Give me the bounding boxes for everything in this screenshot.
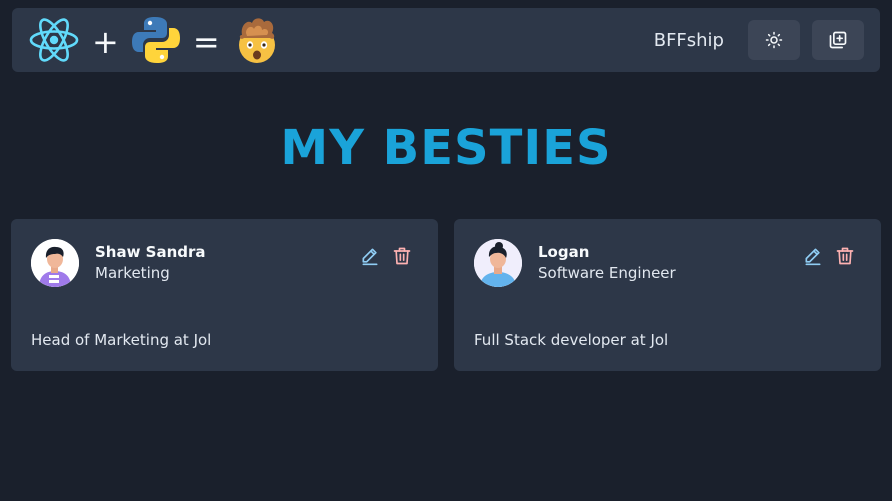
edit-friend-button[interactable] xyxy=(360,246,380,266)
equals-sign: = xyxy=(192,23,220,61)
friend-description: Head of Marketing at Jol xyxy=(31,331,212,349)
sun-icon xyxy=(765,31,783,49)
python-logo-icon xyxy=(131,17,180,63)
friend-card: Logan Software Engineer Full Stack devel… xyxy=(454,219,881,371)
exploding-head-emoji xyxy=(238,18,275,63)
react-logo-icon xyxy=(29,18,79,62)
plus-sign: + xyxy=(92,23,119,61)
friend-role: Software Engineer xyxy=(538,264,676,282)
pencil-icon xyxy=(362,248,377,263)
friend-card: Shaw Sandra Marketing Head of Marketing … xyxy=(11,219,438,371)
avatar xyxy=(474,239,522,287)
delete-friend-button[interactable] xyxy=(392,246,412,266)
friend-role: Marketing xyxy=(95,264,170,282)
edit-friend-button[interactable] xyxy=(803,246,823,266)
navbar-actions: BFFship xyxy=(654,20,864,60)
friend-name: Logan xyxy=(538,243,590,261)
brand-name: BFFship xyxy=(653,29,724,51)
friend-name: Shaw Sandra xyxy=(95,243,206,261)
friend-description: Full Stack developer at Jol xyxy=(474,331,669,349)
add-copy-icon xyxy=(829,31,847,49)
trash-icon xyxy=(393,247,411,265)
trash-icon xyxy=(836,247,854,265)
avatar xyxy=(31,239,79,287)
navbar: + = BFFship xyxy=(12,8,880,72)
page-title: MY BESTIES xyxy=(280,120,612,176)
app-logo: + = xyxy=(28,8,282,72)
add-friend-button[interactable] xyxy=(812,20,864,60)
theme-toggle-button[interactable] xyxy=(748,20,800,60)
delete-friend-button[interactable] xyxy=(835,246,855,266)
pencil-icon xyxy=(805,248,820,263)
